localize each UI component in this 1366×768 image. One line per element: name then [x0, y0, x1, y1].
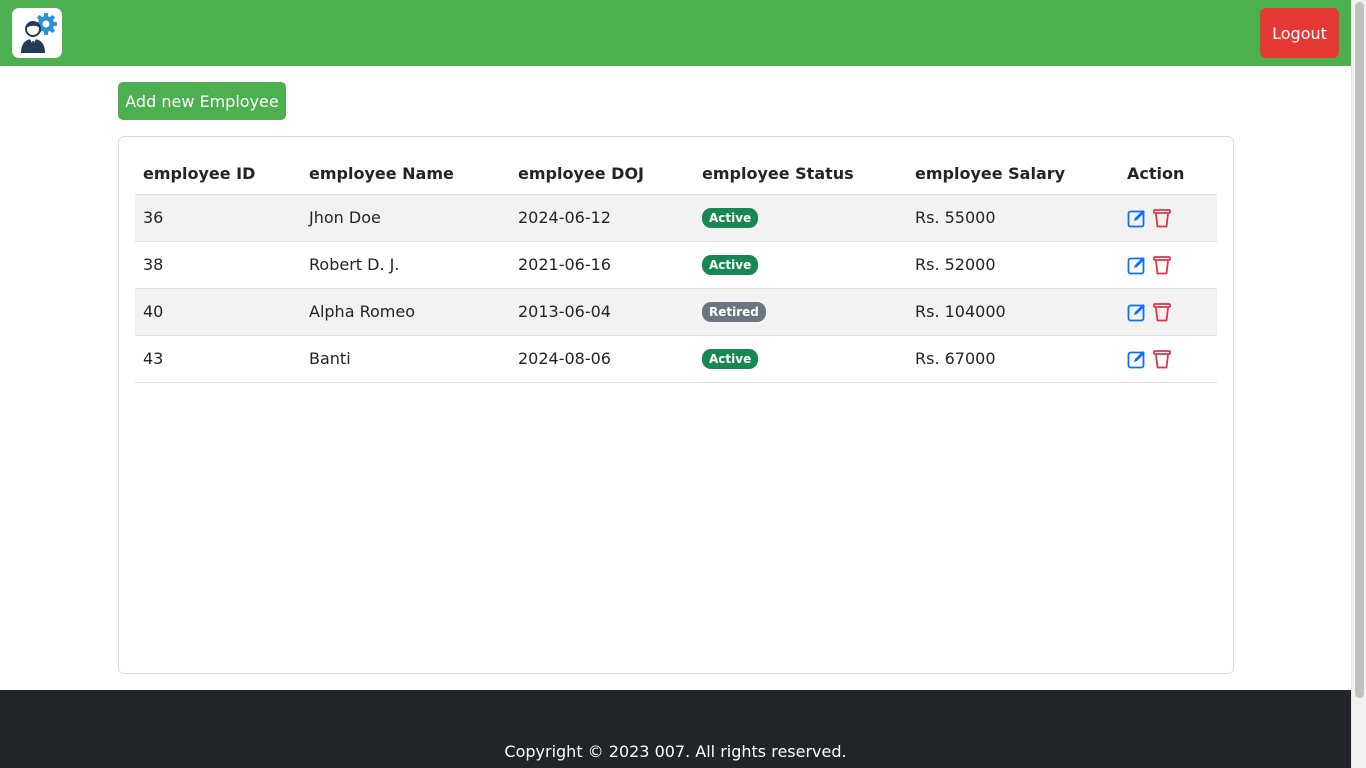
logout-button[interactable]: Logout: [1260, 8, 1339, 58]
column-header-action: Action: [1119, 153, 1217, 195]
cell-status: Active: [694, 194, 907, 242]
column-header-name: employee Name: [301, 153, 510, 195]
cell-action: [1119, 335, 1217, 383]
edit-icon[interactable]: [1127, 302, 1147, 322]
logo[interactable]: [12, 8, 62, 58]
cell-salary: Rs. 55000: [907, 194, 1119, 242]
add-new-employee-button[interactable]: Add new Employee: [118, 82, 286, 120]
cell-action: [1119, 194, 1217, 242]
cell-action: [1119, 241, 1217, 289]
delete-icon[interactable]: [1153, 349, 1171, 369]
delete-icon[interactable]: [1153, 255, 1171, 275]
scrollbar-thumb[interactable]: [1355, 2, 1364, 698]
employee-table-card: employee ID employee Name employee DOJ e…: [118, 136, 1234, 674]
footer: Copyright © 2023 007. All rights reserve…: [0, 690, 1351, 768]
cell-status: Active: [694, 241, 907, 289]
table-row: 36 Jhon Doe 2024-06-12 Active Rs. 55000: [135, 194, 1217, 242]
cell-doj: 2013-06-04: [510, 288, 694, 336]
status-badge: Active: [702, 255, 759, 275]
cell-id: 40: [135, 288, 301, 336]
employee-gear-icon: [21, 13, 57, 53]
cell-id: 43: [135, 335, 301, 383]
table-row: 43 Banti 2024-08-06 Active Rs. 67000: [135, 335, 1217, 383]
status-badge: Active: [702, 349, 759, 369]
cell-salary: Rs. 52000: [907, 241, 1119, 289]
column-header-salary: employee Salary: [907, 153, 1119, 195]
delete-icon[interactable]: [1153, 208, 1171, 228]
status-badge: Retired: [702, 302, 766, 322]
cell-doj: 2024-08-06: [510, 335, 694, 383]
cell-salary: Rs. 104000: [907, 288, 1119, 336]
vertical-scrollbar[interactable]: [1351, 0, 1366, 768]
page: Logout Add new Employee employee ID empl…: [0, 0, 1366, 768]
delete-icon[interactable]: [1153, 302, 1171, 322]
cell-status: Retired: [694, 288, 907, 336]
status-badge: Active: [702, 208, 759, 228]
cell-name: Robert D. J.: [301, 241, 510, 289]
cell-name: Jhon Doe: [301, 194, 510, 242]
copyright-text: Copyright © 2023 007. All rights reserve…: [504, 742, 847, 761]
column-header-id: employee ID: [135, 153, 301, 195]
cell-action: [1119, 288, 1217, 336]
top-navbar: Logout: [0, 0, 1351, 66]
cell-salary: Rs. 67000: [907, 335, 1119, 383]
column-header-status: employee Status: [694, 153, 907, 195]
cell-name: Banti: [301, 335, 510, 383]
cell-id: 36: [135, 194, 301, 242]
edit-icon[interactable]: [1127, 349, 1147, 369]
table-row: 40 Alpha Romeo 2013-06-04 Retired Rs. 10…: [135, 288, 1217, 336]
edit-icon[interactable]: [1127, 208, 1147, 228]
cell-doj: 2024-06-12: [510, 194, 694, 242]
table-row: 38 Robert D. J. 2021-06-16 Active Rs. 52…: [135, 241, 1217, 289]
table-header-row: employee ID employee Name employee DOJ e…: [135, 153, 1217, 195]
cell-id: 38: [135, 241, 301, 289]
cell-name: Alpha Romeo: [301, 288, 510, 336]
cell-doj: 2021-06-16: [510, 241, 694, 289]
edit-icon[interactable]: [1127, 255, 1147, 275]
column-header-doj: employee DOJ: [510, 153, 694, 195]
employee-table: employee ID employee Name employee DOJ e…: [135, 153, 1217, 383]
cell-status: Active: [694, 335, 907, 383]
